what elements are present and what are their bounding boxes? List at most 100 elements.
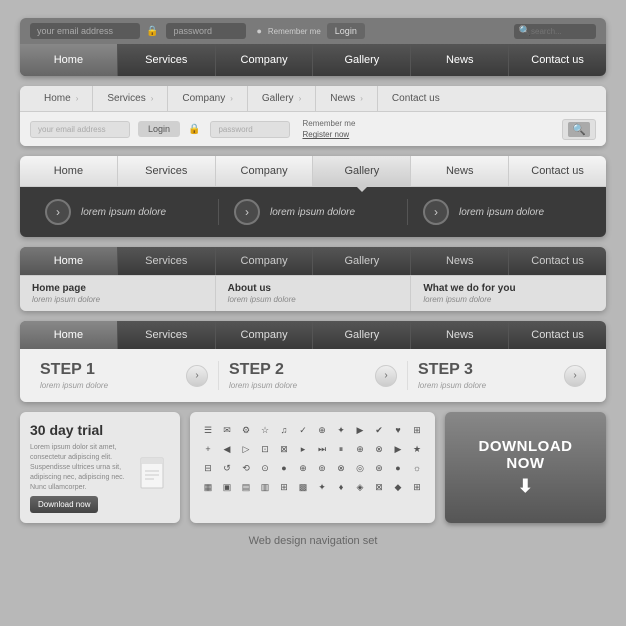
nav5-home[interactable]: Home <box>20 321 118 349</box>
icon-cell-19[interactable]: ⏸ <box>333 441 349 457</box>
nav2-gallery[interactable]: Gallery › <box>248 86 316 111</box>
icon-cell-39[interactable]: ▥ <box>257 479 273 495</box>
icon-cell-38[interactable]: ▤ <box>238 479 254 495</box>
nav2-services[interactable]: Services › <box>93 86 168 111</box>
icon-cell-3[interactable]: ☆ <box>257 422 273 438</box>
nav4-services[interactable]: Services <box>118 247 216 275</box>
icon-cell-42[interactable]: ✦ <box>314 479 330 495</box>
nav3-company[interactable]: Company <box>216 156 314 186</box>
nav1-password-input[interactable] <box>166 23 246 39</box>
nav3-slider-arrow-3[interactable]: › <box>423 199 449 225</box>
icon-cell-25[interactable]: ↺ <box>219 460 235 476</box>
nav1-email-input[interactable] <box>30 23 140 39</box>
icon-cell-22[interactable]: ▶ <box>390 441 406 457</box>
icon-cell-47[interactable]: ⊞ <box>409 479 425 495</box>
nav4-gallery[interactable]: Gallery <box>313 247 411 275</box>
nav3-home[interactable]: Home <box>20 156 118 186</box>
nav2-login-button[interactable]: Login <box>138 121 180 137</box>
nav2-email-input[interactable] <box>30 121 130 138</box>
nav3-gallery[interactable]: Gallery <box>313 156 411 186</box>
icon-cell-36[interactable]: ▦ <box>200 479 216 495</box>
trial-download-button[interactable]: Download now <box>30 496 98 513</box>
nav5-step-1-arrow[interactable]: › <box>186 365 208 387</box>
nav2-register-label[interactable]: Register now <box>302 129 355 140</box>
icon-cell-7[interactable]: ✦ <box>333 422 349 438</box>
nav5-step-3-desc: lorem ipsum dolore <box>418 381 556 390</box>
icon-cell-0[interactable]: ☰ <box>200 422 216 438</box>
icon-cell-40[interactable]: ⊞ <box>276 479 292 495</box>
icon-cell-11[interactable]: ⊞ <box>409 422 425 438</box>
icon-cell-29[interactable]: ⊕ <box>295 460 311 476</box>
nav5-contact[interactable]: Contact us <box>509 321 606 349</box>
nav2-company[interactable]: Company › <box>168 86 247 111</box>
icon-cell-24[interactable]: ⊟ <box>200 460 216 476</box>
nav2-contact[interactable]: Contact us <box>378 86 454 111</box>
nav4-contact[interactable]: Contact us <box>509 247 606 275</box>
icon-cell-28[interactable]: ● <box>276 460 292 476</box>
nav4-home[interactable]: Home <box>20 247 118 275</box>
nav4-sub-whatwedo[interactable]: What we do for you lorem ipsum dolore <box>411 276 606 311</box>
nav1-contact[interactable]: Contact us <box>509 44 606 76</box>
nav1-login-button[interactable]: Login <box>327 23 365 39</box>
nav3-slider-item-1: › lorem ipsum dolore <box>30 199 219 225</box>
icon-cell-2[interactable]: ⚙ <box>238 422 254 438</box>
icon-cell-15[interactable]: ⊡ <box>257 441 273 457</box>
icon-cell-13[interactable]: ◀ <box>219 441 235 457</box>
icon-cell-31[interactable]: ⊗ <box>333 460 349 476</box>
nav3-slider-arrow-1[interactable]: › <box>45 199 71 225</box>
nav3-services[interactable]: Services <box>118 156 216 186</box>
icon-cell-44[interactable]: ◈ <box>352 479 368 495</box>
nav1-gallery[interactable]: Gallery <box>313 44 411 76</box>
icon-cell-23[interactable]: ★ <box>409 441 425 457</box>
icon-cell-32[interactable]: ◎ <box>352 460 368 476</box>
nav5-gallery[interactable]: Gallery <box>313 321 411 349</box>
icon-cell-41[interactable]: ▩ <box>295 479 311 495</box>
icon-cell-37[interactable]: ▣ <box>219 479 235 495</box>
icon-cell-33[interactable]: ⊛ <box>371 460 387 476</box>
nav1-search-input[interactable] <box>531 27 591 36</box>
icon-cell-30[interactable]: ⊚ <box>314 460 330 476</box>
nav4-sub-about[interactable]: About us lorem ipsum dolore <box>216 276 412 311</box>
nav3-slider-arrow-2[interactable]: › <box>234 199 260 225</box>
icon-cell-10[interactable]: ♥ <box>390 422 406 438</box>
icon-cell-5[interactable]: ✓ <box>295 422 311 438</box>
nav1-services[interactable]: Services <box>118 44 216 76</box>
icon-cell-46[interactable]: ◆ <box>390 479 406 495</box>
chevron-right-icon: › <box>299 94 302 103</box>
download-now-button[interactable]: DOWNLOAD NOW ⬇ <box>445 412 606 523</box>
nav4-sub-homepage[interactable]: Home page lorem ipsum dolore <box>20 276 216 311</box>
nav2-password-input[interactable] <box>210 121 290 138</box>
nav2-news[interactable]: News › <box>316 86 378 111</box>
icon-cell-14[interactable]: ▷ <box>238 441 254 457</box>
icon-cell-27[interactable]: ⊙ <box>257 460 273 476</box>
nav5-news[interactable]: News <box>411 321 509 349</box>
icon-cell-35[interactable]: ☼ <box>409 460 425 476</box>
icon-cell-4[interactable]: ♫ <box>276 422 292 438</box>
icon-cell-8[interactable]: ▶ <box>352 422 368 438</box>
nav1-news[interactable]: News <box>411 44 509 76</box>
icon-cell-21[interactable]: ⊗ <box>371 441 387 457</box>
nav1-home[interactable]: Home <box>20 44 118 76</box>
icon-cell-12[interactable]: + <box>200 441 216 457</box>
nav1-company[interactable]: Company <box>216 44 314 76</box>
nav5-step-3-arrow[interactable]: › <box>564 365 586 387</box>
nav3-contact[interactable]: Contact us <box>509 156 606 186</box>
icon-cell-43[interactable]: ♦ <box>333 479 349 495</box>
icon-cell-17[interactable]: ▸ <box>295 441 311 457</box>
icon-cell-6[interactable]: ⊕ <box>314 422 330 438</box>
icon-cell-45[interactable]: ⊠ <box>371 479 387 495</box>
nav5-services[interactable]: Services <box>118 321 216 349</box>
icon-cell-16[interactable]: ⊠ <box>276 441 292 457</box>
nav3-news[interactable]: News <box>411 156 509 186</box>
icon-cell-1[interactable]: ✉ <box>219 422 235 438</box>
nav5-company[interactable]: Company <box>216 321 314 349</box>
nav2-home[interactable]: Home › <box>30 86 93 111</box>
nav5-step-2-arrow[interactable]: › <box>375 365 397 387</box>
icon-cell-26[interactable]: ⟲ <box>238 460 254 476</box>
nav4-news[interactable]: News <box>411 247 509 275</box>
icon-cell-18[interactable]: ⏭ <box>314 441 330 457</box>
nav4-company[interactable]: Company <box>216 247 314 275</box>
icon-cell-9[interactable]: ✔ <box>371 422 387 438</box>
icon-cell-20[interactable]: ⊕ <box>352 441 368 457</box>
icon-cell-34[interactable]: ● <box>390 460 406 476</box>
